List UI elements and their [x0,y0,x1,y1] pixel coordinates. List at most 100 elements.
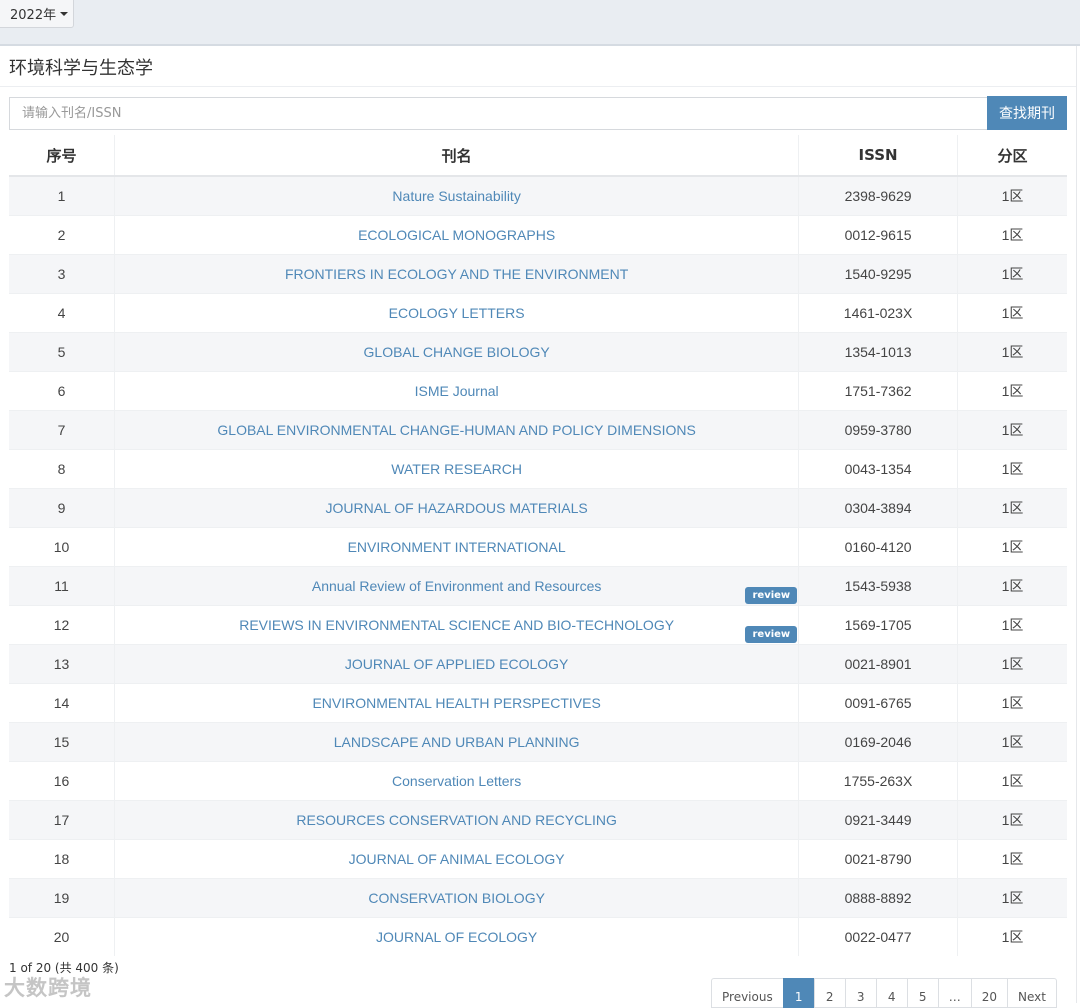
row-name-cell: JOURNAL OF HAZARDOUS MATERIALS [114,488,799,528]
pagination-ellipsis[interactable]: … [937,978,972,1008]
pagination-page-4[interactable]: 4 [875,978,908,1008]
journal-link[interactable]: ECOLOGY LETTERS [389,305,525,321]
journal-link[interactable]: RESOURCES CONSERVATION AND RECYCLING [296,812,617,828]
journal-link[interactable]: FRONTIERS IN ECOLOGY AND THE ENVIRONMENT [285,266,628,282]
row-name-cell: ECOLOGY LETTERS [114,293,799,333]
pagination-page-20[interactable]: 20 [970,978,1008,1008]
journal-link[interactable]: REVIEWS IN ENVIRONMENTAL SCIENCE AND BIO… [239,617,674,633]
row-index: 8 [9,449,115,489]
row-name-cell: ISME Journal [114,371,799,411]
row-zone: 1区 [956,410,1067,450]
journal-link[interactable]: Annual Review of Environment and Resourc… [312,578,602,594]
row-name-cell: JOURNAL OF APPLIED ECOLOGY [114,644,799,684]
pagination-page-1[interactable]: 1 [782,978,815,1008]
journal-link[interactable]: ENVIRONMENTAL HEALTH PERSPECTIVES [312,695,600,711]
journal-table-body: 1 Nature Sustainability 2398-9629 1区 2 ECOLOG… [9,175,1067,956]
row-zone: 1区 [956,917,1067,956]
table-row: 17 RESOURCES CONSERVATION AND RECYCLING 09… [9,800,1067,840]
row-issn: 0022-0477 [798,917,958,956]
caret-down-icon [60,11,69,16]
row-index: 19 [9,878,115,918]
row-zone: 1区 [956,175,1067,216]
table-row: 9 JOURNAL OF HAZARDOUS MATERIALS 0304-3894… [9,488,1067,528]
journal-link[interactable]: JOURNAL OF ECOLOGY [376,929,537,945]
journal-link[interactable]: GLOBAL ENVIRONMENTAL CHANGE-HUMAN AND PO… [217,422,695,438]
journal-link[interactable]: ISME Journal [415,383,499,399]
journal-link[interactable]: Nature Sustainability [392,188,520,204]
row-issn: 1751-7362 [798,371,958,411]
divider [0,86,1076,87]
pagination-page-3[interactable]: 3 [844,978,877,1008]
table-row: 8 WATER RESEARCH 0043-1354 1区 [9,449,1067,489]
row-zone: 1区 [956,254,1067,294]
row-index: 20 [9,917,115,956]
table-row: 11 Annual Review of Environment and Resou… [9,566,1067,606]
header-index: 序号 [9,135,115,177]
row-zone: 1区 [956,722,1067,762]
row-name-cell: GLOBAL ENVIRONMENTAL CHANGE-HUMAN AND PO… [114,410,799,450]
row-index: 17 [9,800,115,840]
row-zone: 1区 [956,566,1067,606]
row-issn: 2398-9629 [798,175,958,216]
top-toolbar: 2022年 [0,0,1080,46]
pagination-previous-button[interactable]: Previous [711,978,784,1008]
row-index: 9 [9,488,115,528]
row-issn: 0021-8790 [798,839,958,879]
table-row: 7 GLOBAL ENVIRONMENTAL CHANGE-HUMAN AND P… [9,410,1067,450]
row-zone: 1区 [956,293,1067,333]
journal-link[interactable]: JOURNAL OF APPLIED ECOLOGY [345,656,569,672]
journal-link[interactable]: JOURNAL OF ANIMAL ECOLOGY [349,851,565,867]
row-index: 10 [9,527,115,567]
row-issn: 1569-1705 [798,605,958,645]
row-issn: 1354-1013 [798,332,958,372]
pagination-next-button[interactable]: Next [1007,978,1057,1008]
journal-link[interactable]: CONSERVATION BIOLOGY [368,890,545,906]
row-issn: 0959-3780 [798,410,958,450]
row-zone: 1区 [956,683,1067,723]
table-row: 19 CONSERVATION BIOLOGY 0888-8892 1区 [9,878,1067,918]
table-row: 4 ECOLOGY LETTERS 1461-023X 1区 [9,293,1067,333]
row-name-cell: Nature Sustainability [114,175,799,216]
row-name-cell: Conservation Letters [114,761,799,801]
row-issn: 0304-3894 [798,488,958,528]
pagination-page-2[interactable]: 2 [813,978,846,1008]
table-row: 15 LANDSCAPE AND URBAN PLANNING 0169-2046 1… [9,722,1067,762]
row-name-cell: FRONTIERS IN ECOLOGY AND THE ENVIRONMENT [114,254,799,294]
row-index: 4 [9,293,115,333]
row-zone: 1区 [956,488,1067,528]
row-zone: 1区 [956,761,1067,801]
row-index: 14 [9,683,115,723]
table-row: 20 JOURNAL OF ECOLOGY 0022-0477 1区 [9,917,1067,956]
year-dropdown-button[interactable]: 2022年 [0,0,74,28]
table-row: 18 JOURNAL OF ANIMAL ECOLOGY 0021-8790 1区 [9,839,1067,879]
row-index: 13 [9,644,115,684]
journal-link[interactable]: LANDSCAPE AND URBAN PLANNING [334,734,580,750]
row-issn: 1461-023X [798,293,958,333]
journal-link[interactable]: Conservation Letters [392,773,521,789]
row-issn: 1543-5938 [798,566,958,606]
search-input[interactable] [9,97,987,130]
row-issn: 0021-8901 [798,644,958,684]
row-issn: 0091-6765 [798,683,958,723]
row-name-cell: CONSERVATION BIOLOGY [114,878,799,918]
header-name: 刊名 [114,135,799,177]
row-index: 18 [9,839,115,879]
journal-link[interactable]: ECOLOGICAL MONOGRAPHS [358,227,555,243]
journal-link[interactable]: ENVIRONMENT INTERNATIONAL [348,539,566,555]
row-zone: 1区 [956,800,1067,840]
row-issn: 1755-263X [798,761,958,801]
row-name-cell: GLOBAL CHANGE BIOLOGY [114,332,799,372]
watermark-logo: 大数跨境 [4,972,92,1002]
row-index: 2 [9,215,115,255]
search-button[interactable]: 查找期刊 [987,96,1067,130]
table-row: 10 ENVIRONMENT INTERNATIONAL 0160-4120 1区 [9,527,1067,567]
journal-link[interactable]: WATER RESEARCH [391,461,522,477]
watermark-text: 大数跨境 [4,976,92,1000]
journal-link[interactable]: JOURNAL OF HAZARDOUS MATERIALS [326,500,588,516]
row-zone: 1区 [956,449,1067,489]
row-issn: 0160-4120 [798,527,958,567]
pagination-page-5[interactable]: 5 [906,978,939,1008]
row-name-cell: ECOLOGICAL MONOGRAPHS [114,215,799,255]
journal-link[interactable]: GLOBAL CHANGE BIOLOGY [364,344,550,360]
row-zone: 1区 [956,527,1067,567]
